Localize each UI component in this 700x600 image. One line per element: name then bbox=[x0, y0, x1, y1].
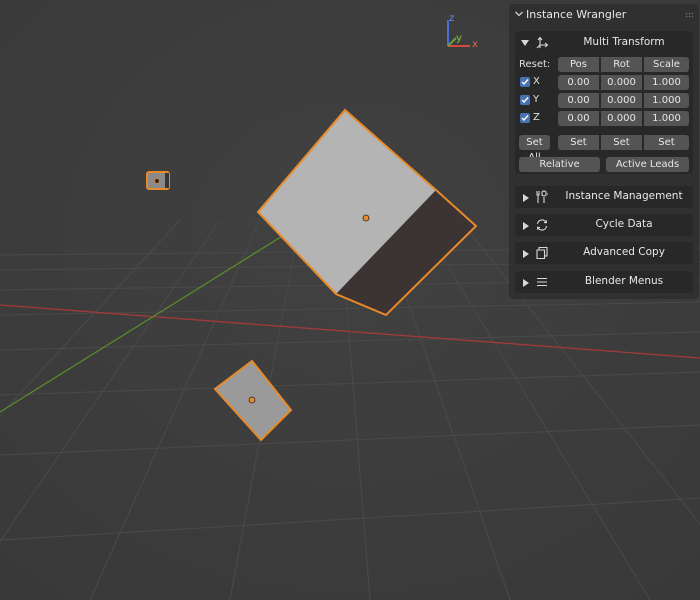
z-pos-field[interactable]: 0.00 bbox=[558, 111, 599, 126]
set-scale-button[interactable]: Set bbox=[644, 135, 689, 150]
y-pos-field[interactable]: 0.00 bbox=[558, 93, 599, 108]
y-axis-label: Y bbox=[533, 94, 540, 105]
z-rot-field[interactable]: 0.000 bbox=[601, 111, 642, 126]
advanced-copy-section[interactable]: Advanced Copy bbox=[515, 242, 693, 264]
y-scale-field[interactable]: 1.000 bbox=[644, 93, 689, 108]
multi-transform-header[interactable]: Multi Transform bbox=[515, 31, 693, 55]
copy-icon bbox=[536, 246, 548, 260]
chevron-down-icon[interactable] bbox=[514, 9, 524, 19]
z-axis-label: Z bbox=[533, 112, 540, 123]
instance-wrangler-panel: Instance Wrangler Multi Transform Reset:… bbox=[509, 4, 699, 299]
reset-rot-button[interactable]: Rot bbox=[601, 57, 642, 72]
cycle-data-section[interactable]: Cycle Data bbox=[515, 214, 693, 236]
multi-transform-title: Multi Transform bbox=[583, 36, 665, 48]
active-leads-toggle[interactable]: Active Leads bbox=[606, 157, 689, 172]
y-axis-checkbox[interactable] bbox=[520, 95, 530, 105]
set-pos-button[interactable]: Set bbox=[558, 135, 599, 150]
expand-triangle-icon[interactable] bbox=[523, 194, 529, 202]
transform-icon bbox=[536, 36, 549, 49]
instance-management-title: Instance Management bbox=[565, 190, 683, 202]
blender-menus-title: Blender Menus bbox=[584, 275, 664, 287]
gizmo-y-label: y bbox=[456, 33, 462, 44]
expand-triangle-icon[interactable] bbox=[521, 40, 529, 46]
drag-grip-icon[interactable] bbox=[685, 12, 693, 18]
expand-triangle-icon[interactable] bbox=[523, 279, 529, 287]
panel-header[interactable]: Instance Wrangler bbox=[509, 4, 699, 26]
advanced-copy-title: Advanced Copy bbox=[583, 246, 665, 258]
reset-pos-button[interactable]: Pos bbox=[558, 57, 599, 72]
multi-transform-section: Multi Transform Reset: Pos Rot Scale X 0… bbox=[515, 31, 693, 174]
y-rot-field[interactable]: 0.000 bbox=[601, 93, 642, 108]
z-axis-checkbox[interactable] bbox=[520, 113, 530, 123]
gizmo-z-label: z bbox=[449, 13, 454, 24]
reset-scale-button[interactable]: Scale bbox=[644, 57, 689, 72]
expand-triangle-icon[interactable] bbox=[523, 250, 529, 258]
expand-triangle-icon[interactable] bbox=[523, 222, 529, 230]
cycle-icon bbox=[536, 219, 548, 231]
menu-icon bbox=[537, 277, 547, 287]
x-pos-field[interactable]: 0.00 bbox=[558, 75, 599, 90]
x-axis-label: X bbox=[533, 76, 540, 87]
selected-cube-small[interactable] bbox=[146, 171, 170, 190]
reset-label: Reset: bbox=[519, 59, 551, 70]
z-scale-field[interactable]: 1.000 bbox=[644, 111, 689, 126]
gizmo-x-label: x bbox=[472, 39, 478, 50]
x-scale-field[interactable]: 1.000 bbox=[644, 75, 689, 90]
x-rot-field[interactable]: 0.000 bbox=[601, 75, 642, 90]
relative-toggle[interactable]: Relative bbox=[519, 157, 600, 172]
instance-management-section[interactable]: Instance Management bbox=[515, 186, 693, 208]
set-rot-button[interactable]: Set bbox=[601, 135, 642, 150]
set-all-button[interactable]: Set All bbox=[519, 135, 550, 163]
cycle-data-title: Cycle Data bbox=[595, 218, 653, 230]
blender-menus-section[interactable]: Blender Menus bbox=[515, 271, 693, 293]
tools-icon bbox=[536, 190, 548, 203]
panel-title: Instance Wrangler bbox=[526, 8, 627, 21]
x-axis-checkbox[interactable] bbox=[520, 77, 530, 87]
